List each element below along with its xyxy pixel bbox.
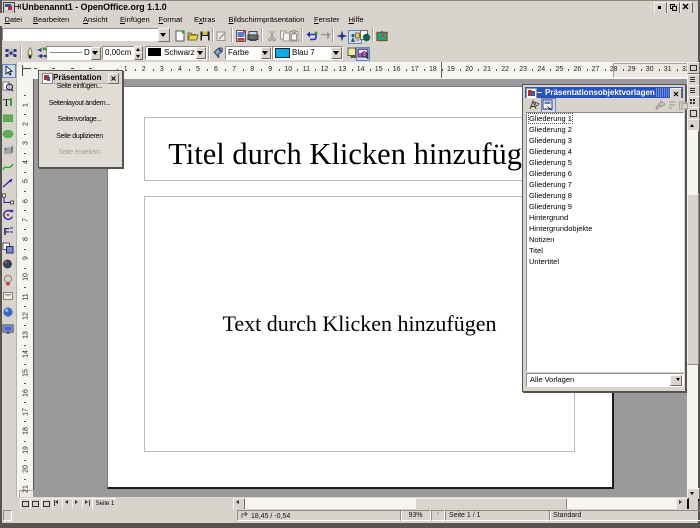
svg-text:T: T (3, 97, 10, 108)
svg-text:F: F (4, 227, 10, 237)
